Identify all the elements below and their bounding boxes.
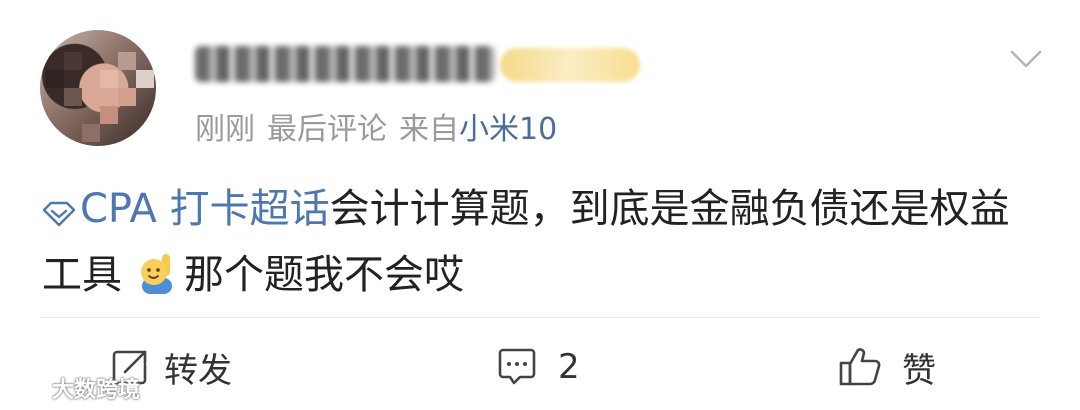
username-obscured[interactable] — [195, 46, 495, 82]
device-link[interactable]: 小米10 — [459, 112, 557, 147]
watermark-text: 大数跨境 — [52, 378, 141, 403]
comment-status: 最后评论 — [267, 112, 387, 147]
avatar[interactable] — [40, 30, 156, 146]
like-button[interactable]: 赞 — [838, 340, 936, 394]
comment-icon — [498, 348, 536, 385]
post-meta: 刚刚 最后评论 来自小米10 — [195, 104, 557, 148]
comment-button[interactable]: 2 — [496, 340, 580, 394]
watermark-logo-icon — [10, 377, 50, 398]
member-badge-obscured — [500, 48, 640, 82]
raising-hand-emoji — [132, 250, 180, 298]
repost-label: 转发 — [164, 350, 232, 391]
chevron-down-icon[interactable] — [1010, 42, 1042, 74]
super-topic-diamond-icon — [42, 201, 76, 227]
super-topic-link[interactable]: CPA 打卡超话 — [42, 186, 330, 232]
like-icon — [839, 348, 881, 386]
watermark: 大数跨境 — [8, 372, 140, 404]
post-text-end: 那个题我不会哎 — [184, 252, 464, 298]
super-topic-label: CPA 打卡超话 — [80, 186, 330, 232]
comment-count: 2 — [558, 347, 580, 387]
post-content: CPA 打卡超话会计计算题，到底是金融负债还是权益工具 那个题我不会哎 — [42, 176, 1042, 308]
divider — [40, 317, 1040, 318]
like-label: 赞 — [902, 350, 936, 391]
source-prefix: 来自 — [399, 112, 459, 147]
post-time: 刚刚 — [195, 112, 255, 147]
